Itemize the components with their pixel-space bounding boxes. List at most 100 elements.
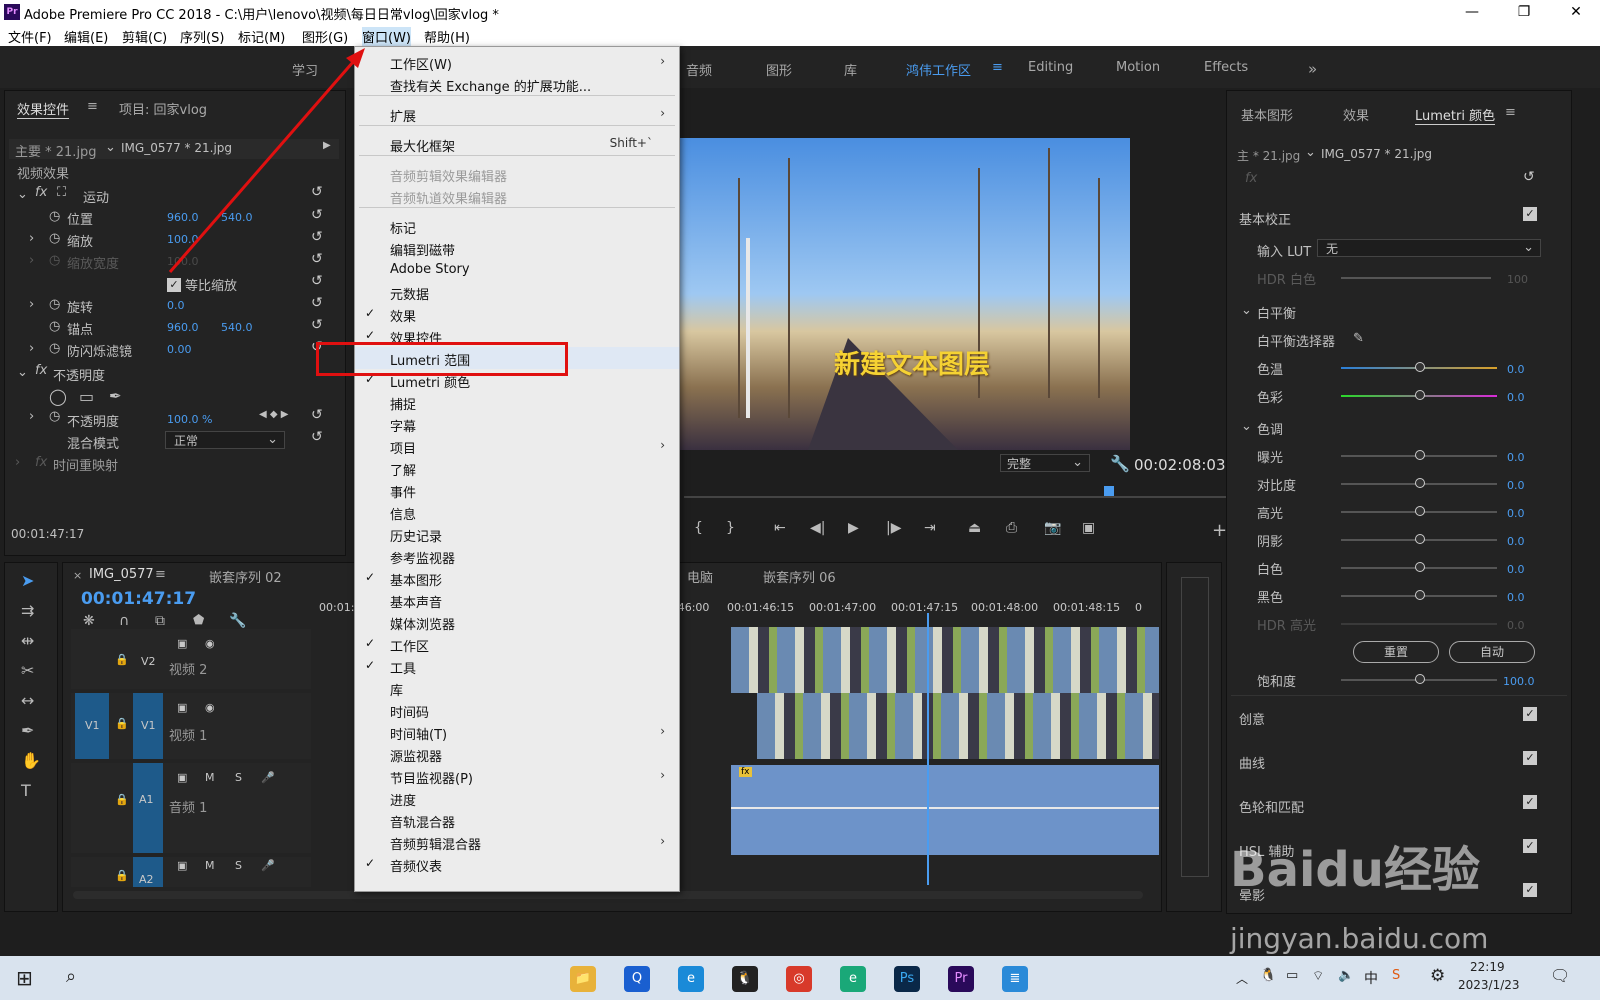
- menu-item[interactable]: 了解: [355, 457, 679, 479]
- go-to-out-icon[interactable]: ⇥: [924, 520, 936, 536]
- menu-item[interactable]: 项目 ›: [355, 435, 679, 457]
- sync-lock-icon[interactable]: ▣: [177, 637, 187, 650]
- expand-rotation-icon[interactable]: ›: [29, 297, 34, 312]
- uniform-scale-checkbox[interactable]: ✓: [167, 278, 181, 292]
- clip-video-v1[interactable]: [757, 693, 1159, 759]
- extract-icon[interactable]: ⎙: [1006, 520, 1017, 536]
- workspace-editing[interactable]: Editing: [1028, 60, 1073, 75]
- lock-icon[interactable]: 🔒: [115, 869, 129, 882]
- workspace-motion[interactable]: Motion: [1116, 60, 1160, 75]
- workspace-menu-icon[interactable]: ≡: [992, 60, 1003, 75]
- minimize-button[interactable]: —: [1452, 2, 1492, 22]
- step-back-icon[interactable]: ◀|: [810, 520, 825, 536]
- text-layer-overlay[interactable]: 新建文本图层: [834, 344, 990, 381]
- track-target-a1[interactable]: A1: [133, 763, 163, 853]
- tint-knob[interactable]: [1415, 390, 1425, 400]
- wrench-icon[interactable]: 🔧: [1110, 454, 1130, 473]
- blacks-value[interactable]: 0.0: [1507, 591, 1525, 604]
- clip-audio-a1[interactable]: fx: [731, 765, 1159, 855]
- close-button[interactable]: ✕: [1556, 2, 1596, 22]
- browser-icon[interactable]: Q: [624, 966, 650, 992]
- menu-item[interactable]: 字幕: [355, 413, 679, 435]
- whites-knob[interactable]: [1415, 562, 1425, 572]
- workspace-graphics[interactable]: 图形: [766, 60, 792, 79]
- exposure-knob[interactable]: [1415, 450, 1425, 460]
- effect-controls-timecode[interactable]: 00:01:47:17: [11, 527, 84, 541]
- menu-file[interactable]: 文件(F): [8, 27, 52, 46]
- menu-item[interactable]: 时间码: [355, 699, 679, 721]
- menu-item[interactable]: 源监视器: [355, 743, 679, 765]
- basic-correction-header[interactable]: 基本校正: [1239, 209, 1291, 228]
- whites-value[interactable]: 0.0: [1507, 563, 1525, 576]
- battery-icon[interactable]: ▭: [1286, 968, 1298, 983]
- clip-dropdown-icon[interactable]: ⌄: [105, 140, 116, 155]
- more-workspaces-icon[interactable]: »: [1308, 60, 1317, 78]
- selection-tool-icon[interactable]: ➤: [21, 571, 34, 590]
- vignette-checkbox[interactable]: ✓: [1523, 883, 1537, 897]
- tab-effect-controls[interactable]: 效果控件: [17, 99, 70, 119]
- notepad-icon[interactable]: ≣: [1002, 966, 1028, 992]
- clip-name-label[interactable]: IMG_0577 * 21.jpg: [1321, 147, 1432, 161]
- tray-qq-icon[interactable]: 🐧: [1260, 968, 1276, 983]
- collapse-icon[interactable]: ⌄: [1241, 419, 1252, 434]
- menu-item[interactable]: 工具 ✓: [355, 655, 679, 677]
- chrome-icon[interactable]: ◎: [786, 966, 812, 992]
- saturation-value[interactable]: 100.0: [1503, 675, 1535, 688]
- comparison-view-icon[interactable]: ▣: [1082, 520, 1095, 536]
- wifi-icon[interactable]: ⌔: [1312, 968, 1324, 984]
- lock-icon[interactable]: 🔒: [115, 653, 129, 666]
- eye-icon[interactable]: ◉: [205, 701, 215, 714]
- workspace-effects[interactable]: Effects: [1204, 60, 1248, 75]
- expand-remap-icon[interactable]: ›: [15, 455, 20, 470]
- playhead-line[interactable]: [927, 613, 929, 885]
- anchor-y-value[interactable]: 540.0: [221, 321, 253, 334]
- maximize-button[interactable]: ❐: [1504, 2, 1544, 22]
- play-icon[interactable]: ▶: [848, 520, 859, 536]
- curves-header[interactable]: 曲线: [1239, 753, 1265, 772]
- creative-header[interactable]: 创意: [1239, 709, 1265, 728]
- menu-edit[interactable]: 编辑(E): [64, 27, 108, 46]
- sogou-icon[interactable]: S: [1392, 968, 1400, 983]
- pen-mask-icon[interactable]: ✒: [109, 387, 122, 405]
- tab-menu-icon[interactable]: ≡: [1505, 105, 1516, 120]
- reset-blend-icon[interactable]: ↺: [311, 429, 323, 445]
- playhead-marker[interactable]: [1104, 486, 1114, 496]
- tab-computer[interactable]: 电脑: [687, 567, 713, 586]
- color-wheels-header[interactable]: 色轮和匹配: [1239, 797, 1304, 816]
- tab-effects[interactable]: 效果: [1343, 105, 1369, 124]
- razor-tool-icon[interactable]: ✂: [21, 661, 34, 680]
- sync-lock-icon[interactable]: ▣: [177, 701, 187, 714]
- type-tool-icon[interactable]: T: [21, 781, 31, 800]
- opacity-value[interactable]: 100.0 %: [167, 413, 212, 426]
- mute-button[interactable]: M: [205, 771, 215, 784]
- mute-button[interactable]: M: [205, 859, 215, 872]
- stopwatch-active-icon[interactable]: ◷: [49, 409, 60, 424]
- volume-line[interactable]: [731, 807, 1159, 809]
- menu-item[interactable]: 工作区 ✓: [355, 633, 679, 655]
- clip-dropdown-icon[interactable]: ⌄: [1305, 145, 1316, 160]
- track-v2-label[interactable]: V2: [141, 655, 156, 668]
- menu-item[interactable]: 时间轴(T) ›: [355, 721, 679, 743]
- tray-chevron-icon[interactable]: ︿: [1236, 970, 1248, 987]
- menu-item[interactable]: 音轨混合器: [355, 809, 679, 831]
- hdr-white-slider[interactable]: [1341, 277, 1491, 279]
- rectangle-mask-icon[interactable]: ▭: [79, 387, 94, 406]
- tab-nested-sequence-06[interactable]: 嵌套序列 06: [763, 567, 836, 586]
- auto-button[interactable]: 自动: [1449, 641, 1535, 663]
- menu-item[interactable]: 库: [355, 677, 679, 699]
- reset-opacity-icon[interactable]: ↺: [311, 407, 323, 423]
- volume-icon[interactable]: 🔈: [1338, 968, 1354, 983]
- workspace-libraries[interactable]: 库: [844, 60, 857, 79]
- temperature-knob[interactable]: [1415, 362, 1425, 372]
- lock-icon[interactable]: 🔒: [115, 793, 129, 806]
- temperature-value[interactable]: 0.0: [1507, 363, 1525, 376]
- stopwatch-icon[interactable]: ◷: [49, 209, 60, 224]
- menu-item[interactable]: 媒体浏览器: [355, 611, 679, 633]
- blend-mode-select[interactable]: 正常 ⌄: [165, 431, 285, 449]
- expand-motion-icon[interactable]: ⌄: [17, 187, 28, 202]
- qq-icon[interactable]: 🐧: [732, 966, 758, 992]
- menu-item[interactable]: 历史记录: [355, 523, 679, 545]
- menu-item[interactable]: Adobe Story: [355, 259, 679, 281]
- fit-select[interactable]: 完整 ⌄: [1000, 454, 1090, 472]
- menu-item[interactable]: 编辑到磁带: [355, 237, 679, 259]
